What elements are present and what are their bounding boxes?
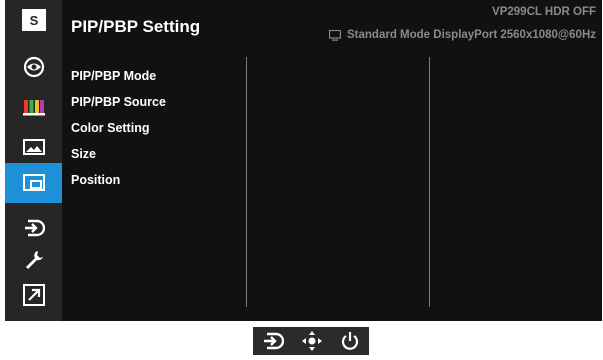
sidebar-item-image[interactable] bbox=[5, 127, 62, 167]
shortcut-icon bbox=[22, 284, 45, 306]
menu-item-position[interactable]: Position bbox=[71, 174, 166, 200]
input-select-icon bbox=[24, 219, 45, 237]
navigate-button[interactable] bbox=[301, 330, 323, 352]
status-text: Standard Mode DisplayPort 2560x1080@60Hz bbox=[347, 29, 596, 41]
menu-item-pip-pbp-mode[interactable]: PIP/PBP Mode bbox=[71, 70, 166, 96]
column-divider bbox=[246, 57, 247, 307]
logo: S bbox=[5, 0, 62, 40]
column-divider bbox=[429, 57, 430, 307]
menu-item-color-setting[interactable]: Color Setting bbox=[71, 122, 166, 148]
control-buttons bbox=[253, 327, 369, 355]
power-icon bbox=[342, 332, 359, 350]
navigate-icon bbox=[301, 331, 322, 351]
sidebar-item-pip-pbp[interactable] bbox=[5, 163, 62, 203]
wrench-icon bbox=[25, 251, 43, 269]
sidebar-item-shortcut[interactable] bbox=[5, 275, 62, 315]
monitor-icon bbox=[329, 29, 342, 41]
header: PIP/PBP Setting VP299CL HDR OFF Standard… bbox=[62, 0, 602, 47]
page-title: PIP/PBP Setting bbox=[71, 17, 201, 36]
menu-item-size[interactable]: Size bbox=[71, 148, 166, 174]
osd-panel: S PIP/PBP Setting VP299CL HDR OFF Standa… bbox=[5, 0, 602, 321]
sidebar-item-color[interactable] bbox=[5, 87, 62, 127]
status-line: Standard Mode DisplayPort 2560x1080@60Hz bbox=[329, 29, 596, 41]
input-select-icon bbox=[263, 332, 284, 350]
model-status: VP299CL HDR OFF bbox=[492, 6, 596, 18]
sidebar-item-splendid[interactable] bbox=[5, 47, 62, 87]
logo-icon: S bbox=[21, 9, 46, 31]
input-button[interactable] bbox=[262, 332, 284, 350]
menu-item-pip-pbp-source[interactable]: PIP/PBP Source bbox=[71, 96, 166, 122]
splendid-icon bbox=[23, 56, 44, 78]
color-bars-icon bbox=[22, 100, 45, 116]
power-button[interactable] bbox=[340, 331, 360, 351]
sidebar-item-system[interactable] bbox=[5, 240, 62, 280]
pip-pbp-icon bbox=[22, 174, 45, 191]
main-panel: PIP/PBP Setting VP299CL HDR OFF Standard… bbox=[62, 0, 602, 321]
settings-menu: PIP/PBP Mode PIP/PBP Source Color Settin… bbox=[71, 70, 166, 200]
logo-letter: S bbox=[29, 13, 38, 28]
sidebar: S bbox=[5, 0, 62, 321]
image-icon bbox=[22, 139, 45, 155]
